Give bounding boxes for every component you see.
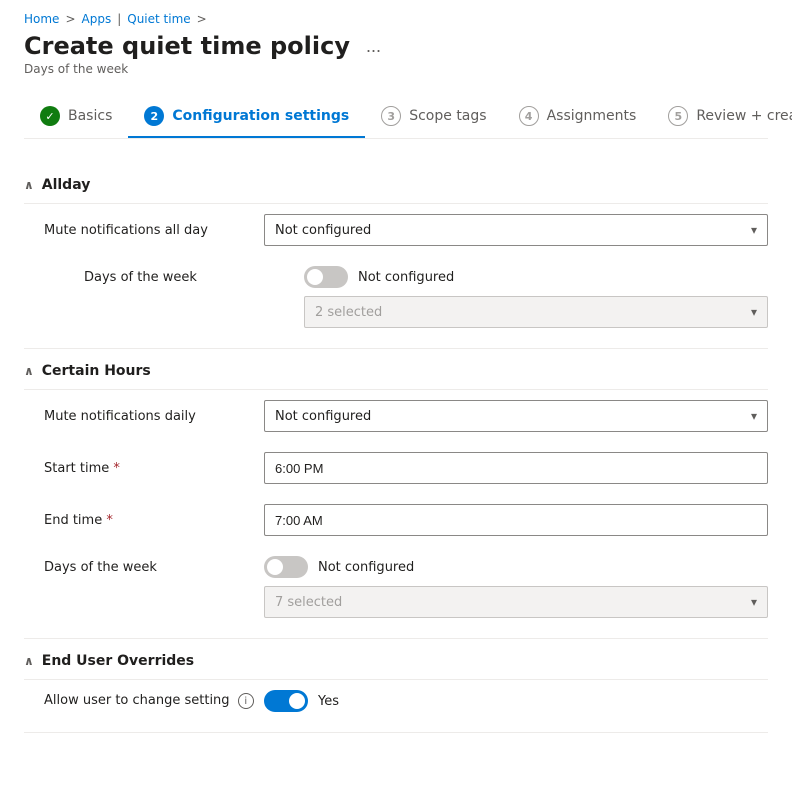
- certain-hours-mute-dropdown[interactable]: Not configured ▾: [264, 400, 768, 432]
- section-allday: ∧ Allday Mute notifications all day Not …: [24, 163, 768, 349]
- allday-mute-dropdown[interactable]: Not configured ▾: [264, 214, 768, 246]
- certain-hours-days-toggle-label: Not configured: [318, 560, 414, 575]
- end-time-required: *: [106, 513, 113, 528]
- certain-hours-chevron-icon: ∧: [24, 364, 34, 378]
- certain-hours-days-toggle-knob: [267, 559, 283, 575]
- certain-hours-days-selected-value: 7 selected: [275, 595, 342, 610]
- page-title-row: Create quiet time policy ...: [24, 32, 768, 60]
- tab-circle-basics: ✓: [40, 106, 60, 126]
- certain-hours-mute-arrow-icon: ▾: [751, 409, 757, 423]
- tab-configuration[interactable]: 2 Configuration settings: [128, 96, 365, 138]
- tab-label-review: Review + create: [696, 108, 792, 124]
- breadcrumb-sep1: >: [65, 12, 75, 26]
- start-time-row: Start time *: [24, 442, 768, 494]
- allday-days-toggle-label: Not configured: [358, 270, 454, 285]
- breadcrumb-apps[interactable]: Apps: [82, 12, 112, 26]
- certain-hours-days-toggle[interactable]: [264, 556, 308, 578]
- start-time-label: Start time *: [44, 461, 264, 476]
- tab-label-config: Configuration settings: [172, 108, 349, 124]
- content-area: ∧ Allday Mute notifications all day Not …: [24, 139, 768, 733]
- allow-user-label: Allow user to change setting i: [44, 693, 264, 710]
- end-user-chevron-icon: ∧: [24, 654, 34, 668]
- tabs-nav: ✓ Basics 2 Configuration settings 3 Scop…: [24, 96, 768, 139]
- certain-hours-mute-row: Mute notifications daily Not configured …: [24, 390, 768, 442]
- tab-assignments[interactable]: 4 Assignments: [503, 96, 653, 138]
- certain-hours-days-selected-dropdown[interactable]: 7 selected ▾: [264, 586, 768, 618]
- start-time-input[interactable]: [264, 452, 768, 484]
- allow-user-toggle-label: Yes: [318, 694, 339, 709]
- section-end-user-overrides: ∧ End User Overrides Allow user to chang…: [24, 639, 768, 733]
- ellipsis-button[interactable]: ...: [360, 34, 387, 59]
- tab-label-basics: Basics: [68, 108, 112, 124]
- allow-user-info-icon[interactable]: i: [238, 693, 254, 709]
- allday-title: Allday: [42, 177, 91, 193]
- allday-days-toggle[interactable]: [304, 266, 348, 288]
- allday-mute-row: Mute notifications all day Not configure…: [24, 204, 768, 256]
- tab-review-create[interactable]: 5 Review + create: [652, 96, 792, 138]
- tab-circle-scope: 3: [381, 106, 401, 126]
- allday-mute-arrow-icon: ▾: [751, 223, 757, 237]
- allow-user-row: Allow user to change setting i Yes: [24, 680, 768, 722]
- tab-scope-tags[interactable]: 3 Scope tags: [365, 96, 502, 138]
- certain-hours-mute-control: Not configured ▾: [264, 400, 768, 432]
- tab-basics[interactable]: ✓ Basics: [24, 96, 128, 138]
- section-allday-header[interactable]: ∧ Allday: [24, 163, 768, 203]
- breadcrumb-quiet-time[interactable]: Quiet time: [127, 12, 190, 26]
- allday-mute-control: Not configured ▾: [264, 214, 768, 246]
- section-end-user-overrides-header[interactable]: ∧ End User Overrides: [24, 639, 768, 679]
- end-time-control: [264, 504, 768, 536]
- page-title: Create quiet time policy: [24, 32, 350, 60]
- allday-days-toggle-knob: [307, 269, 323, 285]
- allday-mute-value: Not configured: [275, 223, 371, 238]
- certain-hours-days-row: Days of the week Not configured 7 select…: [24, 546, 768, 628]
- allow-user-toggle-knob: [289, 693, 305, 709]
- end-time-label: End time *: [44, 513, 264, 528]
- certain-hours-days-control: Not configured: [264, 556, 768, 578]
- tab-label-scope: Scope tags: [409, 108, 486, 124]
- certain-hours-title: Certain Hours: [42, 363, 151, 379]
- allday-chevron-icon: ∧: [24, 178, 34, 192]
- end-time-input[interactable]: [264, 504, 768, 536]
- tab-label-assignments: Assignments: [547, 108, 637, 124]
- page-subtitle: Days of the week: [24, 62, 768, 76]
- section-certain-hours: ∧ Certain Hours Mute notifications daily…: [24, 349, 768, 639]
- certain-hours-days-arrow-icon: ▾: [751, 595, 757, 609]
- tab-circle-review: 5: [668, 106, 688, 126]
- allday-days-arrow-icon: ▾: [751, 305, 757, 319]
- allday-days-selected-value: 2 selected: [315, 305, 382, 320]
- section-certain-hours-header[interactable]: ∧ Certain Hours: [24, 349, 768, 389]
- end-user-title: End User Overrides: [42, 653, 194, 669]
- start-time-required: *: [113, 461, 120, 476]
- certain-hours-days-label: Days of the week: [44, 560, 264, 575]
- allday-days-label: Days of the week: [84, 270, 304, 285]
- allday-days-control: Not configured: [304, 266, 768, 288]
- allday-mute-label: Mute notifications all day: [44, 223, 264, 238]
- breadcrumb: Home > Apps | Quiet time >: [24, 0, 768, 32]
- tab-circle-config: 2: [144, 106, 164, 126]
- end-time-row: End time *: [24, 494, 768, 546]
- start-time-control: [264, 452, 768, 484]
- certain-hours-mute-value: Not configured: [275, 409, 371, 424]
- allow-user-toggle[interactable]: [264, 690, 308, 712]
- allow-user-control: Yes: [264, 690, 768, 712]
- certain-hours-mute-label: Mute notifications daily: [44, 409, 264, 424]
- breadcrumb-sep3: >: [197, 12, 207, 26]
- allday-days-selected-dropdown[interactable]: 2 selected ▾: [304, 296, 768, 328]
- end-user-divider-bottom: [24, 732, 768, 733]
- allday-days-row: Days of the week Not configured 2 select…: [24, 256, 768, 338]
- breadcrumb-sep2: |: [117, 12, 121, 26]
- tab-circle-assignments: 4: [519, 106, 539, 126]
- breadcrumb-home[interactable]: Home: [24, 12, 59, 26]
